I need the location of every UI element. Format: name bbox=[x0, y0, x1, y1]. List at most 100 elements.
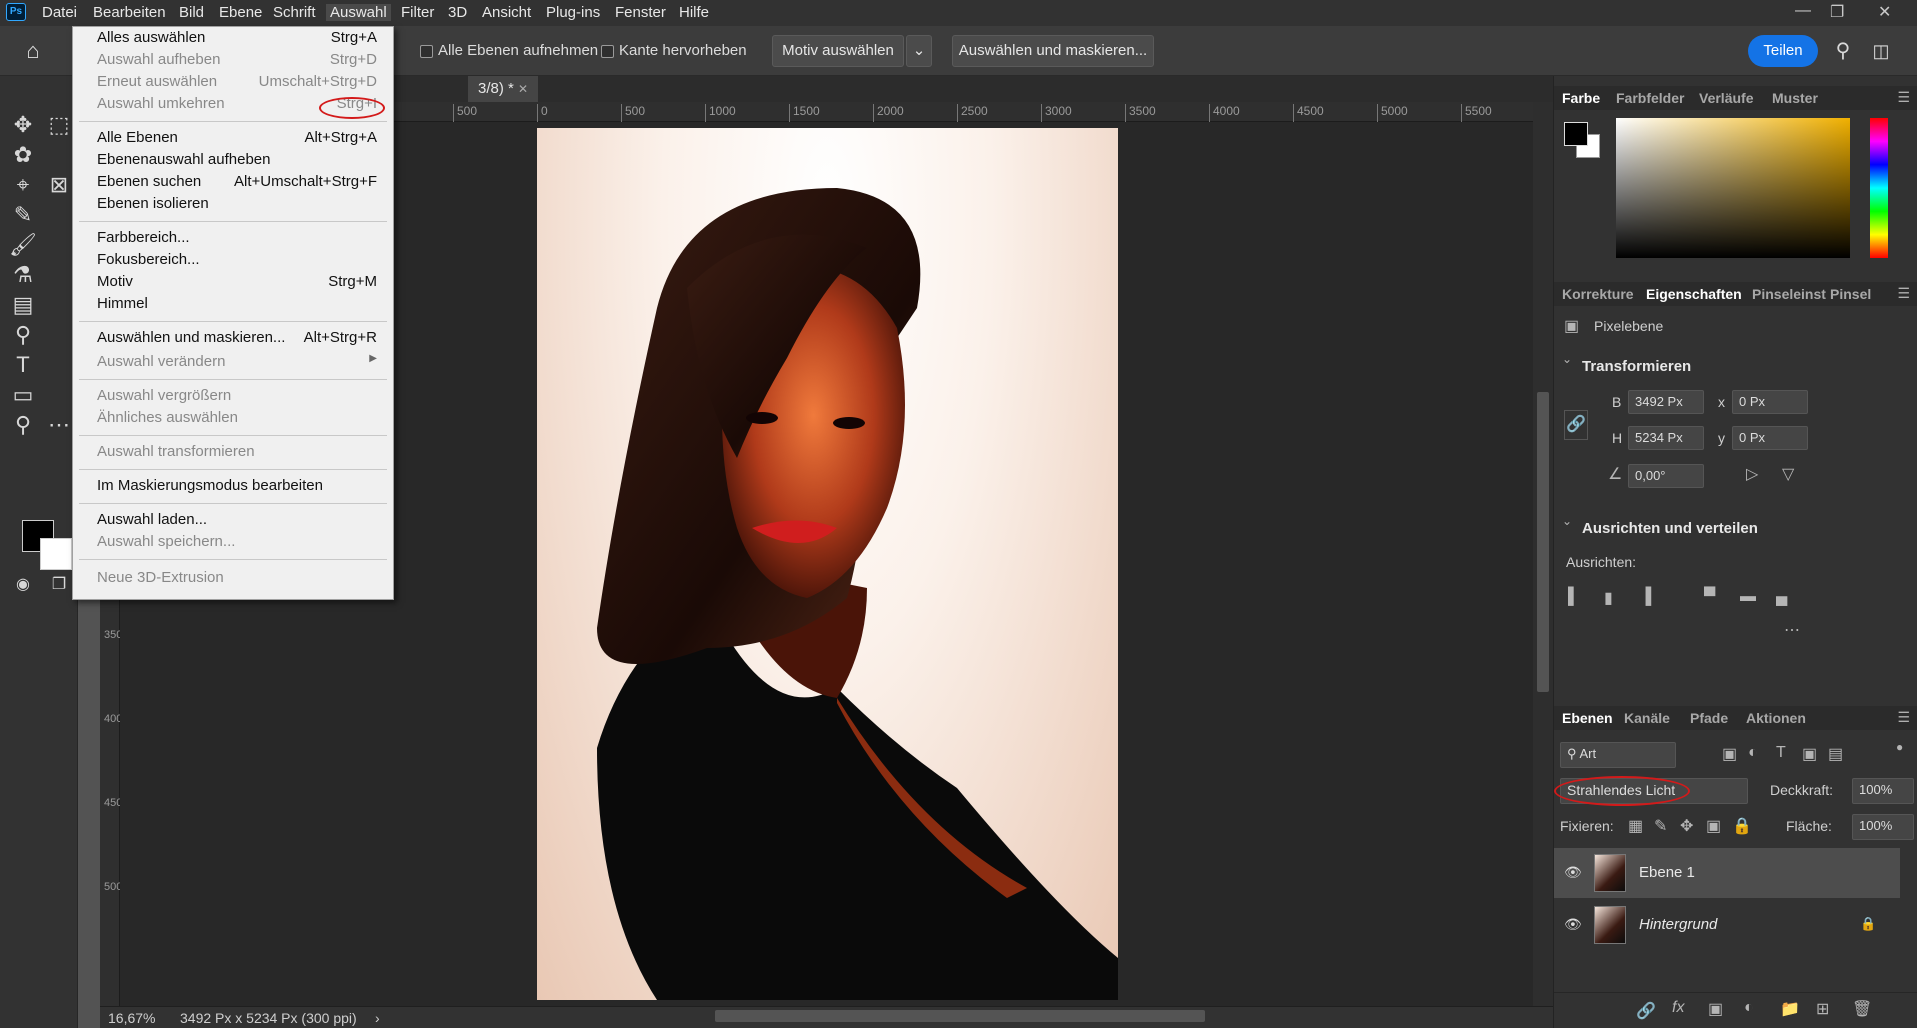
document-tab[interactable]: 3/8) * ✕ bbox=[468, 76, 539, 102]
filter-image-icon[interactable]: ▣ bbox=[1722, 744, 1737, 764]
adjustment-layer-icon[interactable]: ◐ bbox=[1744, 999, 1754, 1017]
lock-move-icon[interactable]: ✥ bbox=[1680, 816, 1693, 836]
menu-item-maskierungsmodus[interactable]: Im Maskierungsmodus bearbeiten bbox=[97, 477, 377, 499]
align-left-icon[interactable]: ▌ bbox=[1568, 588, 1579, 606]
menu-item-aehnliches-auswaehlen[interactable]: Ähnliches auswählen bbox=[97, 409, 377, 431]
flip-horizontal-icon[interactable]: ▷ bbox=[1746, 464, 1758, 484]
color-field[interactable] bbox=[1616, 118, 1850, 258]
menu-item-auswahl-veraendern[interactable]: Auswahl verändern ▶ bbox=[97, 353, 377, 375]
menu-item-himmel[interactable]: Himmel bbox=[97, 295, 377, 317]
align-right-icon[interactable]: ▐ bbox=[1640, 588, 1651, 606]
menu-item-fokusbereich[interactable]: Fokusbereich... bbox=[97, 251, 377, 273]
tab-pfade[interactable]: Pfade bbox=[1690, 710, 1728, 726]
menu-item-alle-ebenen[interactable]: Alle Ebenen Alt+Strg+A bbox=[97, 129, 377, 151]
tab-ebenen[interactable]: Ebenen bbox=[1562, 710, 1613, 726]
frame-tool-icon[interactable]: ⊠ bbox=[44, 170, 74, 200]
align-top-icon[interactable]: ▀ bbox=[1704, 588, 1715, 606]
menu-item-auswahl-speichern[interactable]: Auswahl speichern... bbox=[97, 533, 377, 555]
tab-farbe[interactable]: Farbe bbox=[1562, 90, 1600, 106]
visibility-eye-icon[interactable]: 👁 bbox=[1564, 864, 1582, 881]
menu-fenster[interactable]: Fenster bbox=[615, 4, 666, 21]
tab-pinsel[interactable]: Pinsel bbox=[1830, 286, 1871, 302]
link-layers-icon[interactable]: 🔗 bbox=[1636, 1001, 1656, 1021]
tab-farbfelder[interactable]: Farbfelder bbox=[1616, 90, 1684, 106]
filter-adjustment-icon[interactable]: ◐ bbox=[1748, 744, 1758, 762]
group-folder-icon[interactable]: 📁 bbox=[1780, 999, 1800, 1019]
chevron-down-icon[interactable]: ⌄ bbox=[1562, 352, 1572, 366]
menu-item-ebenen-suchen[interactable]: Ebenen suchen Alt+Umschalt+Strg+F bbox=[97, 173, 377, 195]
search-icon[interactable]: ⚲ bbox=[1828, 36, 1858, 66]
add-mask-icon[interactable]: ▣ bbox=[1708, 999, 1723, 1019]
select-subject-dropdown[interactable]: ⌄ bbox=[906, 35, 932, 67]
more-tools-icon[interactable]: ⋯ bbox=[44, 410, 74, 440]
align-section-title[interactable]: Ausrichten und verteilen bbox=[1582, 520, 1758, 537]
fx-icon[interactable]: fx bbox=[1672, 999, 1684, 1017]
flip-vertical-icon[interactable]: ▽ bbox=[1782, 464, 1794, 484]
chevron-down-icon[interactable]: ⌄ bbox=[1562, 514, 1572, 528]
home-icon[interactable]: ⌂ bbox=[18, 36, 48, 66]
fill-field[interactable]: 100% bbox=[1852, 814, 1914, 840]
tab-korrekturen[interactable]: Korrekture bbox=[1562, 286, 1634, 302]
tab-aktionen[interactable]: Aktionen bbox=[1746, 710, 1806, 726]
hue-slider[interactable] bbox=[1870, 118, 1888, 258]
transform-section-title[interactable]: Transformieren bbox=[1582, 358, 1691, 375]
y-field[interactable]: 0 Px bbox=[1732, 426, 1808, 450]
filter-shape-icon[interactable]: ▣ bbox=[1802, 744, 1817, 764]
clone-stamp-tool-icon[interactable]: ⚗ bbox=[8, 260, 38, 290]
menu-filter[interactable]: Filter bbox=[401, 4, 434, 21]
brush-tool-icon[interactable]: 🖌 bbox=[8, 230, 38, 260]
select-subject-button[interactable]: Motiv auswählen bbox=[772, 35, 904, 67]
tab-eigenschaften[interactable]: Eigenschaften bbox=[1646, 286, 1742, 302]
close-tab-icon[interactable]: ✕ bbox=[518, 82, 528, 96]
align-center-h-icon[interactable]: ▮ bbox=[1604, 588, 1613, 608]
menu-bild[interactable]: Bild bbox=[179, 4, 204, 21]
lock-artboard-icon[interactable]: ▣ bbox=[1706, 816, 1721, 836]
foreground-swatch[interactable] bbox=[1564, 122, 1588, 146]
lock-all-icon[interactable]: 🔒 bbox=[1732, 816, 1752, 836]
background-color-swatch[interactable] bbox=[40, 538, 72, 570]
sample-all-layers-checkbox[interactable] bbox=[420, 45, 433, 58]
height-field[interactable]: 5234 Px bbox=[1628, 426, 1704, 450]
visibility-eye-icon[interactable]: 👁 bbox=[1564, 916, 1582, 933]
menu-item-auswaehlen-und-maskieren[interactable]: Auswählen und maskieren... Alt+Strg+R bbox=[97, 329, 377, 351]
type-tool-icon[interactable]: T bbox=[8, 350, 38, 380]
horizontal-scrollbar-thumb[interactable] bbox=[715, 1010, 1205, 1022]
angle-field[interactable]: 0,00° bbox=[1628, 464, 1704, 488]
workspace-icon[interactable]: ◫ bbox=[1866, 36, 1896, 66]
new-layer-icon[interactable]: ⊞ bbox=[1816, 999, 1829, 1019]
filter-smart-object-icon[interactable]: ▤ bbox=[1828, 744, 1843, 764]
menu-item-erneut-auswaehlen[interactable]: Erneut auswählen Umschalt+Strg+D bbox=[97, 73, 377, 95]
align-middle-v-icon[interactable]: ▬ bbox=[1740, 588, 1756, 606]
menu-item-motiv[interactable]: Motiv Strg+M bbox=[97, 273, 377, 295]
document-image[interactable] bbox=[537, 128, 1118, 1000]
panel-menu-icon[interactable]: ☰ bbox=[1897, 285, 1910, 302]
menu-datei[interactable]: Datei bbox=[42, 4, 77, 21]
menu-item-ebenenauswahl-aufheben[interactable]: Ebenenauswahl aufheben bbox=[97, 151, 377, 173]
layer-row-hintergrund[interactable]: 👁 Hintergrund 🔒 bbox=[1554, 900, 1900, 950]
menu-item-neue-3d-extrusion[interactable]: Neue 3D-Extrusion bbox=[97, 569, 377, 591]
panel-menu-icon[interactable]: ☰ bbox=[1897, 89, 1910, 106]
menu-item-auswahl-aufheben[interactable]: Auswahl aufheben Strg+D bbox=[97, 51, 377, 73]
gradient-tool-icon[interactable]: ▤ bbox=[8, 290, 38, 320]
filter-toggle-icon[interactable]: ● bbox=[1896, 740, 1903, 754]
screen-mode-icon[interactable]: ❐ bbox=[44, 570, 74, 600]
minimize-icon[interactable]: — bbox=[1795, 2, 1811, 20]
menu-3d[interactable]: 3D bbox=[448, 4, 467, 21]
crop-tool-icon[interactable]: ⌖ bbox=[8, 170, 38, 200]
menu-auswahl[interactable]: Auswahl bbox=[326, 4, 391, 21]
layer-filter-dropdown[interactable]: ⚲ Art bbox=[1560, 742, 1676, 768]
close-icon[interactable]: ✕ bbox=[1878, 2, 1891, 22]
opacity-field[interactable]: 100% bbox=[1852, 778, 1914, 804]
menu-item-ebenen-isolieren[interactable]: Ebenen isolieren bbox=[97, 195, 377, 217]
layer-row-ebene-1[interactable]: 👁 Ebene 1 bbox=[1554, 848, 1900, 898]
trash-icon[interactable]: 🗑 bbox=[1852, 999, 1872, 1019]
menu-ansicht[interactable]: Ansicht bbox=[482, 4, 531, 21]
width-field[interactable]: 3492 Px bbox=[1628, 390, 1704, 414]
quick-mask-icon[interactable]: ◉ bbox=[8, 570, 38, 600]
select-and-mask-button[interactable]: Auswählen und maskieren... bbox=[952, 35, 1154, 67]
lock-brush-icon[interactable]: ✎ bbox=[1654, 816, 1667, 836]
move-tool-icon[interactable]: ✥ bbox=[8, 110, 38, 140]
link-icon[interactable]: 🔗 bbox=[1564, 410, 1588, 440]
eyedropper-tool-icon[interactable]: ✎ bbox=[8, 200, 38, 230]
align-bottom-icon[interactable]: ▄ bbox=[1776, 588, 1787, 606]
